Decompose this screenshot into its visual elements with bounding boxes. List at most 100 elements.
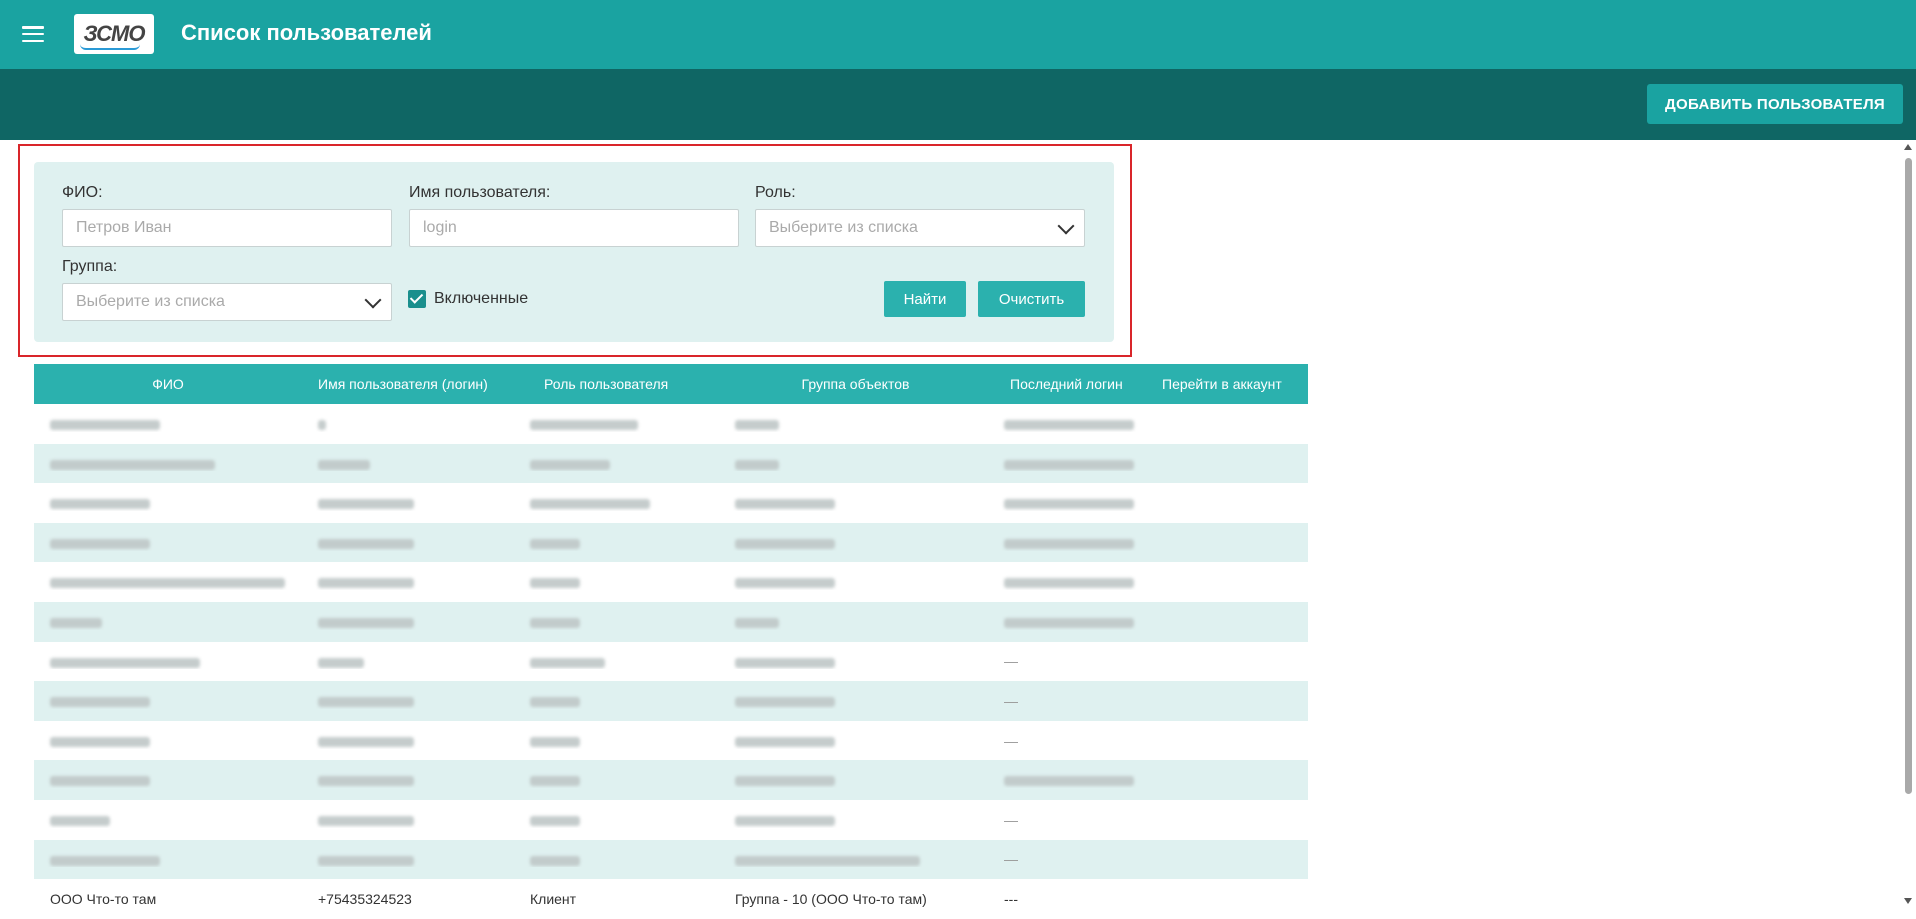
redacted-text — [1004, 618, 1134, 629]
redacted-text — [318, 855, 414, 866]
redacted-text — [1004, 538, 1134, 549]
table-row[interactable] — [34, 760, 1308, 800]
redacted-text — [735, 816, 835, 827]
table-row[interactable] — [34, 601, 1308, 642]
add-user-button[interactable]: ДОБАВИТЬ ПОЛЬЗОВАТЕЛЯ — [1647, 84, 1903, 124]
role-select[interactable]: Выберите из списка — [755, 209, 1085, 247]
redacted-text — [530, 618, 580, 629]
table-row[interactable] — [34, 483, 1308, 523]
table-row[interactable]: — — [34, 681, 1308, 721]
top-bar: ЗСМО Список пользователей — [0, 0, 1916, 69]
empty-value: — — [1004, 653, 1018, 670]
redacted-text — [318, 499, 414, 510]
redacted-text — [318, 578, 414, 589]
redacted-text — [735, 538, 835, 549]
fio-input[interactable]: Петров Иван — [62, 209, 392, 247]
redacted-text — [735, 578, 835, 589]
filter-panel: ФИО: Петров Иван Имя пользователя: login… — [34, 162, 1114, 342]
hamburger-menu-icon[interactable] — [22, 24, 44, 44]
find-button[interactable]: Найти — [884, 281, 966, 317]
clear-button[interactable]: Очистить — [978, 281, 1085, 317]
table-row[interactable]: — — [34, 800, 1308, 840]
redacted-text — [1004, 499, 1134, 510]
group-select[interactable]: Выберите из списка — [62, 283, 392, 321]
redacted-text — [530, 776, 580, 787]
column-header[interactable]: Группа объектов — [721, 376, 990, 392]
table-row[interactable]: — — [34, 642, 1308, 682]
empty-value: — — [1004, 732, 1018, 749]
username-label: Имя пользователя: — [409, 184, 551, 201]
redacted-text — [318, 816, 414, 827]
role-placeholder: Выберите из списка — [769, 219, 918, 236]
scroll-up-arrow-icon[interactable] — [1904, 144, 1912, 150]
redacted-text — [530, 657, 605, 668]
column-header[interactable]: Перейти в аккаунт — [1152, 376, 1308, 392]
role-label: Роль: — [755, 184, 796, 201]
logo-swoosh-icon — [80, 44, 140, 50]
redacted-text — [50, 459, 215, 470]
redacted-text — [318, 657, 364, 668]
scroll-thumb[interactable] — [1905, 158, 1912, 794]
redacted-text — [1004, 459, 1134, 470]
redacted-text — [735, 618, 779, 629]
redacted-text — [318, 538, 414, 549]
redacted-text — [1004, 776, 1134, 787]
table-header: ФИО Имя пользователя (логин) Роль пользо… — [34, 364, 1308, 404]
table-row[interactable] — [34, 562, 1308, 602]
redacted-text — [50, 618, 102, 629]
redacted-text — [530, 459, 610, 470]
table-row[interactable] — [34, 404, 1308, 444]
chevron-down-icon — [364, 291, 382, 309]
table-row[interactable] — [34, 522, 1308, 563]
column-header[interactable]: Имя пользователя (логин) — [302, 376, 514, 392]
cell-last-login: --- — [1004, 890, 1018, 907]
redacted-text — [318, 736, 414, 747]
group-label: Группа: — [62, 258, 118, 275]
chevron-down-icon — [1057, 217, 1075, 235]
scroll-down-arrow-icon[interactable] — [1904, 898, 1912, 904]
redacted-text — [1004, 420, 1134, 431]
redacted-text — [318, 618, 414, 629]
table-row[interactable]: ООО Что-то там +75435324523 Клиент Групп… — [34, 879, 1308, 919]
cell-login: +75435324523 — [318, 890, 412, 907]
table-row[interactable] — [34, 443, 1308, 484]
redacted-text — [50, 499, 150, 510]
cell-group: Группа - 10 (ООО Что-то там) — [735, 890, 927, 907]
redacted-text — [318, 420, 326, 431]
redacted-text — [530, 736, 580, 747]
column-header[interactable]: Роль пользователя — [514, 376, 721, 392]
logo[interactable]: ЗСМО — [74, 14, 154, 54]
page-title: Список пользователей — [181, 20, 432, 45]
redacted-text — [530, 697, 580, 708]
cell-fio: ООО Что-то там — [50, 890, 157, 907]
redacted-text — [735, 697, 835, 708]
redacted-text — [50, 538, 150, 549]
fio-placeholder: Петров Иван — [76, 219, 172, 236]
redacted-text — [530, 499, 650, 510]
action-bar: ДОБАВИТЬ ПОЛЬЗОВАТЕЛЯ — [0, 69, 1916, 140]
redacted-text — [50, 697, 150, 708]
column-header[interactable]: ФИО — [34, 376, 302, 392]
redacted-text — [530, 855, 580, 866]
scrollbar[interactable] — [1900, 140, 1916, 906]
redacted-text — [318, 697, 414, 708]
enabled-checkbox[interactable] — [408, 290, 426, 308]
empty-value: — — [1004, 851, 1018, 868]
enabled-label[interactable]: Включенные — [434, 290, 528, 308]
fio-label: ФИО: — [62, 184, 103, 201]
username-input[interactable]: login — [409, 209, 739, 247]
redacted-text — [735, 736, 835, 747]
redacted-text — [318, 776, 414, 787]
redacted-text — [1004, 578, 1134, 589]
column-header[interactable]: Последний логин — [990, 376, 1152, 392]
table-row[interactable]: — — [34, 721, 1308, 761]
redacted-text — [50, 855, 160, 866]
cell-role: Клиент — [530, 890, 577, 907]
redacted-text — [318, 459, 370, 470]
redacted-text — [530, 420, 638, 431]
redacted-text — [735, 776, 835, 787]
table-row[interactable]: — — [34, 839, 1308, 880]
redacted-text — [50, 578, 285, 589]
redacted-text — [50, 776, 150, 787]
redacted-text — [735, 499, 835, 510]
